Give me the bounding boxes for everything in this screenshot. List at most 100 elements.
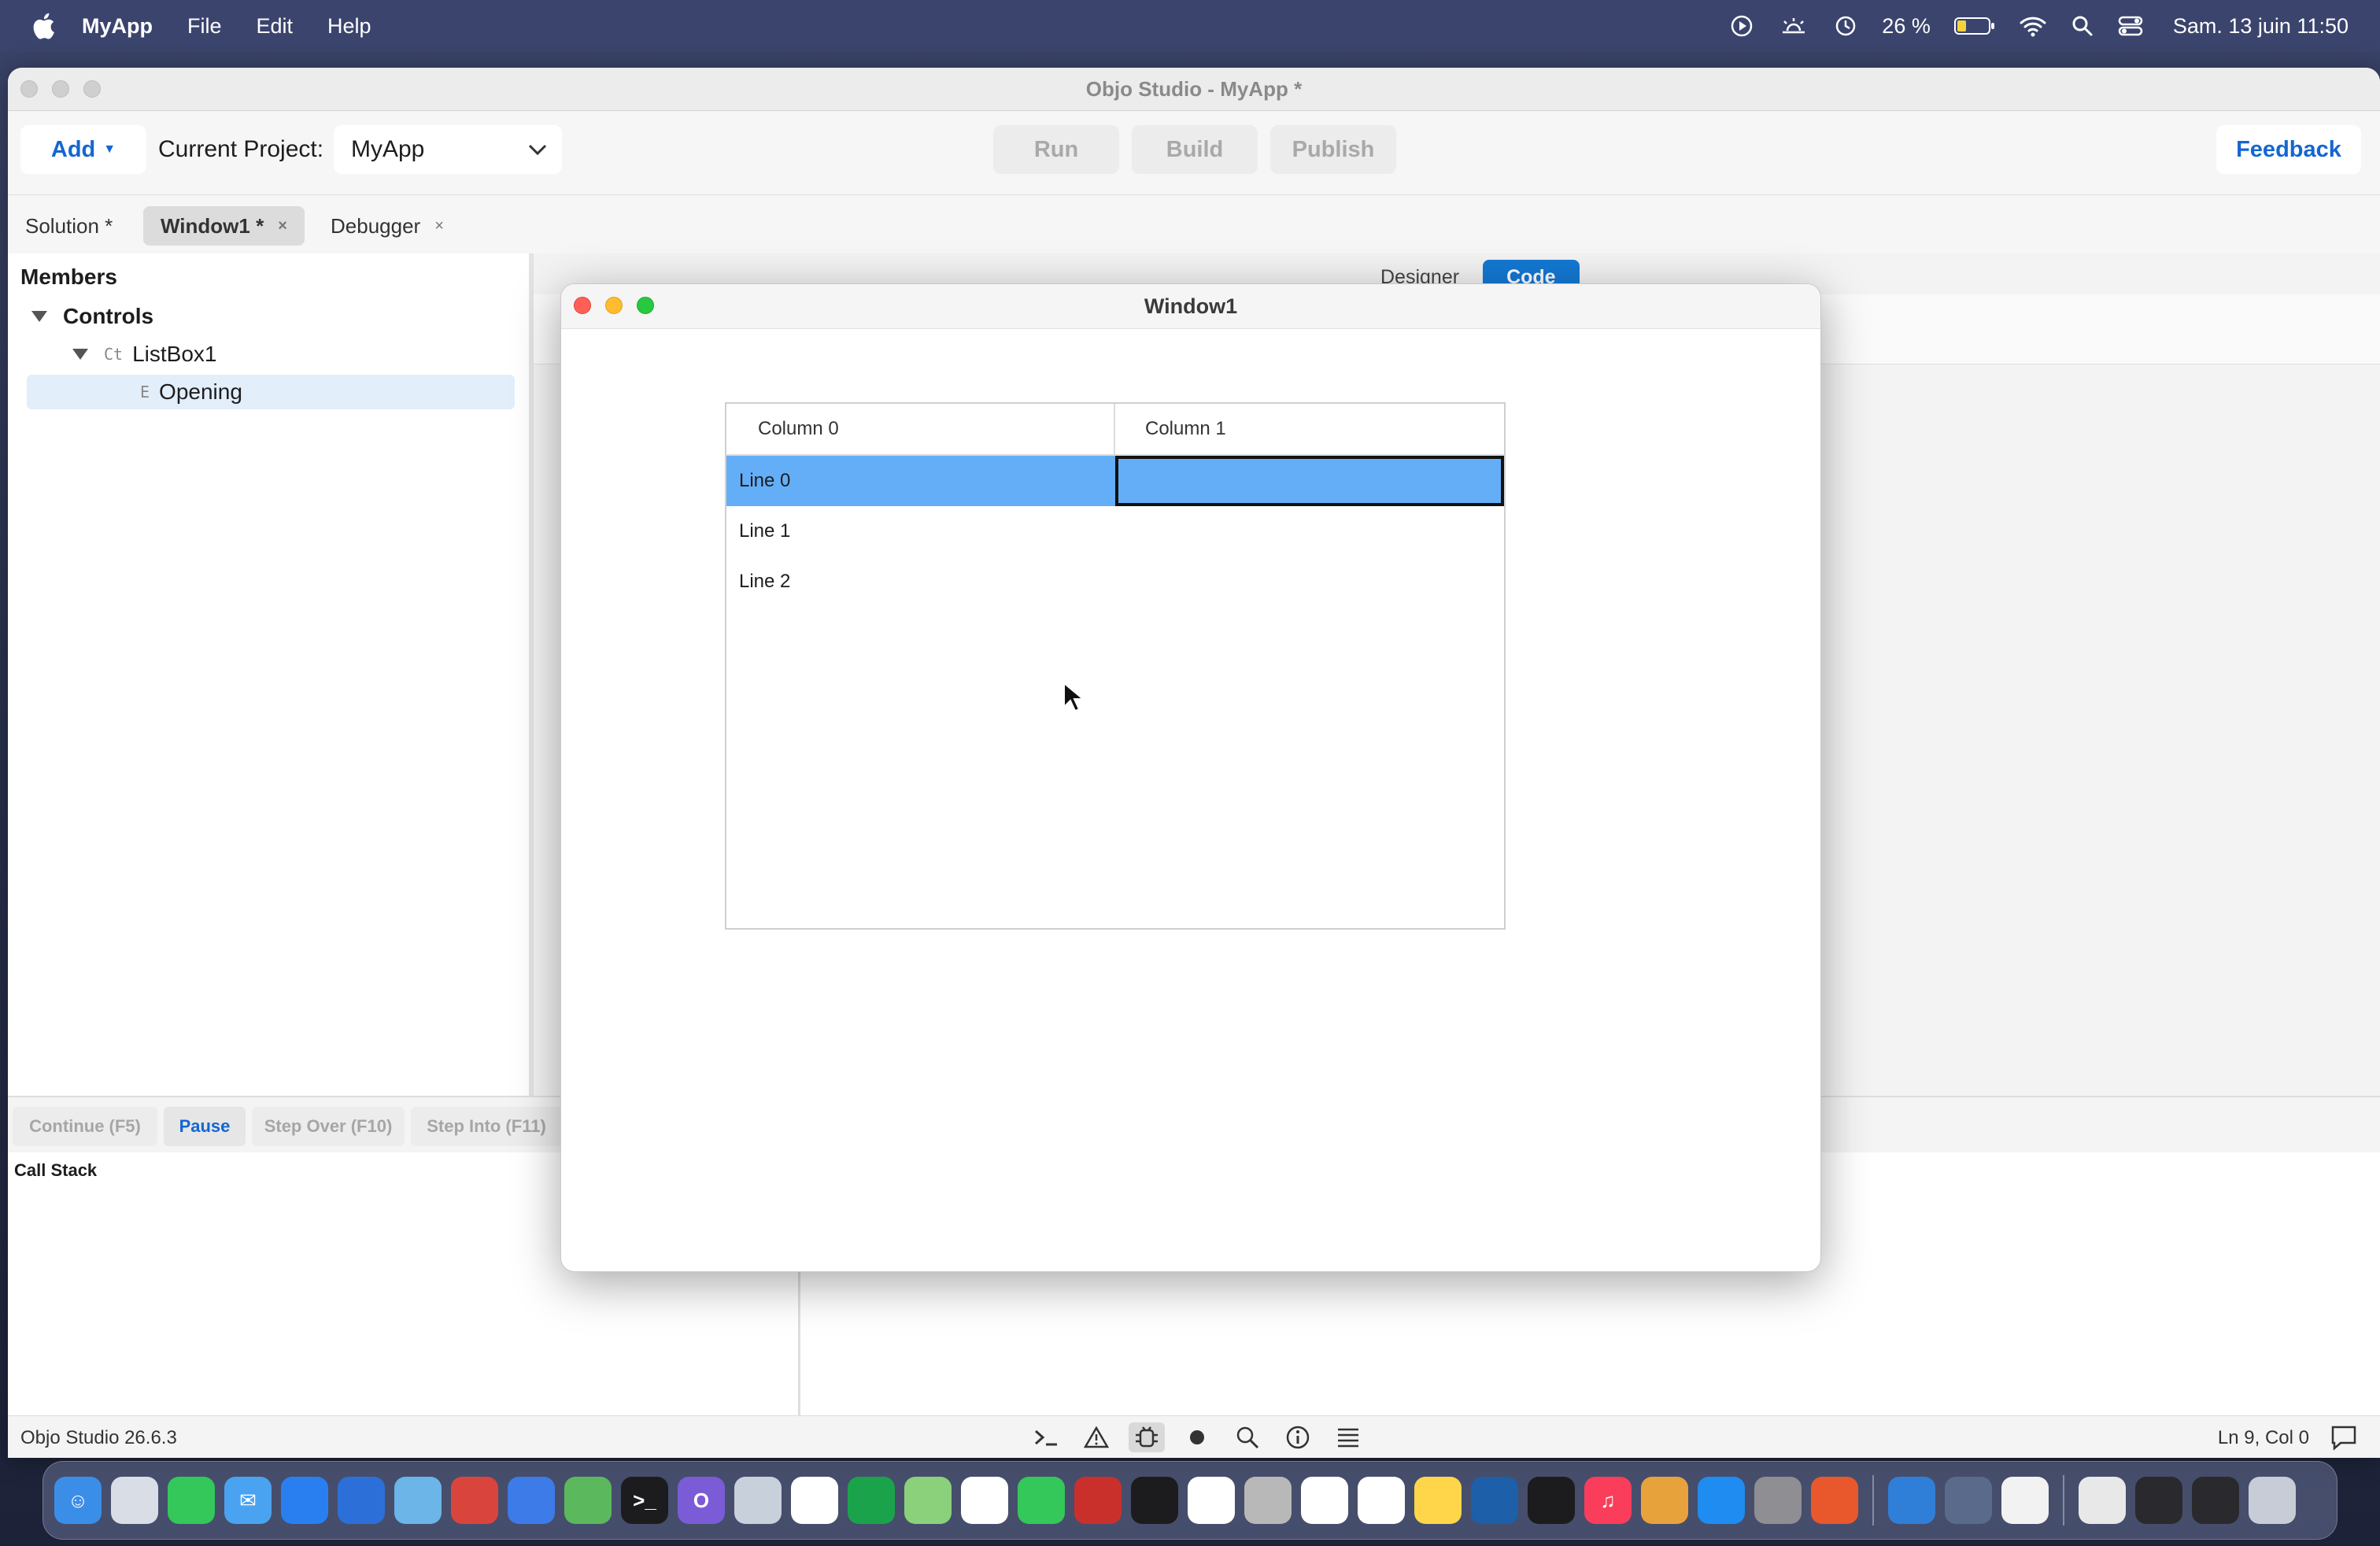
run-button[interactable]: Run — [993, 125, 1119, 174]
listbox[interactable]: Column 0 Column 1 Line 0 Line 1 Line 2 — [725, 402, 1506, 930]
menu-app-name[interactable]: MyApp — [82, 14, 153, 39]
menu-file[interactable]: File — [187, 14, 222, 39]
search-icon[interactable] — [1229, 1422, 1266, 1452]
build-button[interactable]: Build — [1132, 125, 1258, 174]
minimize-window-button[interactable] — [605, 297, 623, 314]
trash-icon[interactable] — [2249, 1477, 2296, 1524]
tree-item-label: Controls — [63, 304, 154, 328]
app-store-icon[interactable] — [1698, 1477, 1745, 1524]
feedback-button[interactable]: Feedback — [2216, 125, 2361, 174]
menu-help[interactable]: Help — [327, 14, 371, 39]
close-window-button[interactable] — [20, 80, 38, 98]
disclosure-triangle-icon[interactable] — [72, 349, 88, 360]
downloads-folder-icon[interactable] — [2079, 1477, 2126, 1524]
chatgpt-icon[interactable] — [791, 1477, 838, 1524]
zoom-window-button[interactable] — [83, 80, 101, 98]
document-icon[interactable] — [2001, 1477, 2049, 1524]
launchpad-icon[interactable] — [111, 1477, 158, 1524]
close-window-button[interactable] — [574, 297, 591, 314]
preview-icon[interactable] — [394, 1477, 442, 1524]
calendar-icon[interactable] — [1188, 1477, 1235, 1524]
mail-icon[interactable]: ✉ — [224, 1477, 272, 1524]
system-settings-icon[interactable] — [1754, 1477, 1802, 1524]
listbox-cell-editing[interactable] — [1115, 456, 1504, 506]
firefox-icon[interactable] — [1811, 1477, 1858, 1524]
app-o-icon[interactable]: O — [678, 1477, 725, 1524]
filezilla-icon[interactable] — [1074, 1477, 1122, 1524]
terminal-icon[interactable] — [1028, 1422, 1064, 1452]
pause-button[interactable]: Pause — [164, 1107, 246, 1146]
column-separator[interactable] — [1114, 404, 1115, 454]
warning-icon[interactable] — [1078, 1422, 1114, 1452]
battery-icon[interactable] — [1953, 16, 1995, 36]
app-badge-icon[interactable] — [734, 1477, 782, 1524]
app-wave-icon[interactable] — [1471, 1477, 1518, 1524]
listbox-row[interactable]: Line 0 — [726, 456, 1504, 506]
window-preview-icon[interactable] — [2135, 1477, 2182, 1524]
tab-debugger[interactable]: Debugger × — [313, 206, 461, 246]
wifi-icon[interactable] — [2019, 14, 2047, 38]
reminders-icon[interactable] — [1301, 1477, 1348, 1524]
xcode-icon[interactable] — [338, 1477, 385, 1524]
publish-button[interactable]: Publish — [1270, 125, 1396, 174]
column-header-1[interactable]: Column 1 — [1145, 404, 1226, 454]
info-icon[interactable] — [1280, 1422, 1316, 1452]
app-disk-icon[interactable] — [1945, 1477, 1992, 1524]
step-into-button[interactable]: Step Into (F11) — [411, 1107, 562, 1146]
photos-icon[interactable] — [961, 1477, 1008, 1524]
app-photo-icon[interactable] — [1641, 1477, 1688, 1524]
chat-bubble-icon[interactable] — [2330, 1424, 2358, 1451]
close-tab-icon[interactable]: × — [278, 217, 287, 235]
app-box-icon[interactable] — [508, 1477, 555, 1524]
messages-icon[interactable] — [168, 1477, 215, 1524]
textedit-icon[interactable] — [1358, 1477, 1405, 1524]
app-beta-icon[interactable] — [1888, 1477, 1935, 1524]
tab-window1[interactable]: Window1 * × — [143, 206, 305, 246]
tree-item-controls[interactable]: Controls — [31, 299, 153, 334]
terminal-app-icon[interactable]: >_ — [621, 1477, 668, 1524]
listbox-cell[interactable]: Line 1 — [739, 506, 790, 557]
listbox-cell[interactable]: Line 2 — [739, 557, 790, 607]
apple-icon[interactable] — [31, 13, 55, 39]
play-circle-icon[interactable] — [1729, 13, 1754, 39]
app-x-icon[interactable] — [564, 1477, 612, 1524]
tab-solution[interactable]: Solution * — [8, 206, 130, 246]
record-icon[interactable] — [1179, 1422, 1215, 1452]
control-center-icon[interactable] — [2118, 14, 2143, 38]
contacts-icon[interactable] — [1244, 1477, 1292, 1524]
facetime-icon[interactable] — [1018, 1477, 1065, 1524]
zoom-window-button[interactable] — [637, 297, 654, 314]
listbox-header: Column 0 Column 1 — [726, 404, 1504, 456]
list-icon[interactable] — [1330, 1422, 1366, 1452]
activity-monitor-icon[interactable] — [1131, 1477, 1178, 1524]
listbox-row[interactable]: Line 2 — [726, 557, 1504, 607]
window-preview-icon[interactable] — [2192, 1477, 2239, 1524]
brightness-icon[interactable] — [1778, 13, 1809, 39]
finder-icon[interactable]: ☺ — [54, 1477, 102, 1524]
column-header-0[interactable]: Column 0 — [758, 404, 839, 454]
step-over-button[interactable]: Step Over (F10) — [252, 1107, 405, 1146]
time-machine-icon[interactable] — [1833, 13, 1858, 39]
menu-clock[interactable]: Sam. 13 juin 11:50 — [2173, 14, 2349, 39]
numbers-icon[interactable] — [848, 1477, 895, 1524]
maps-icon[interactable] — [904, 1477, 952, 1524]
notes-icon[interactable] — [1414, 1477, 1462, 1524]
project-select[interactable]: MyApp — [334, 125, 562, 174]
tree-item-opening[interactable]: E Opening — [27, 375, 515, 409]
app-red-icon[interactable] — [451, 1477, 498, 1524]
apple-tv-icon[interactable] — [1528, 1477, 1575, 1524]
safari-icon[interactable] — [281, 1477, 328, 1524]
music-icon[interactable]: ♫ — [1584, 1477, 1632, 1524]
debug-icon[interactable] — [1129, 1422, 1165, 1452]
minimize-window-button[interactable] — [52, 80, 69, 98]
menu-edit[interactable]: Edit — [257, 14, 294, 39]
tree-item-listbox1[interactable]: Ct ListBox1 — [72, 337, 217, 372]
add-button[interactable]: Add ▼ — [20, 125, 146, 174]
close-tab-icon[interactable]: × — [434, 217, 444, 235]
disclosure-triangle-icon[interactable] — [31, 311, 47, 322]
listbox-row[interactable]: Line 1 — [726, 506, 1504, 557]
continue-button[interactable]: Continue (F5) — [13, 1107, 157, 1146]
listbox-cell[interactable]: Line 0 — [739, 456, 790, 506]
spotlight-search-icon[interactable] — [2071, 14, 2094, 38]
tree-item-label: ListBox1 — [132, 342, 217, 366]
